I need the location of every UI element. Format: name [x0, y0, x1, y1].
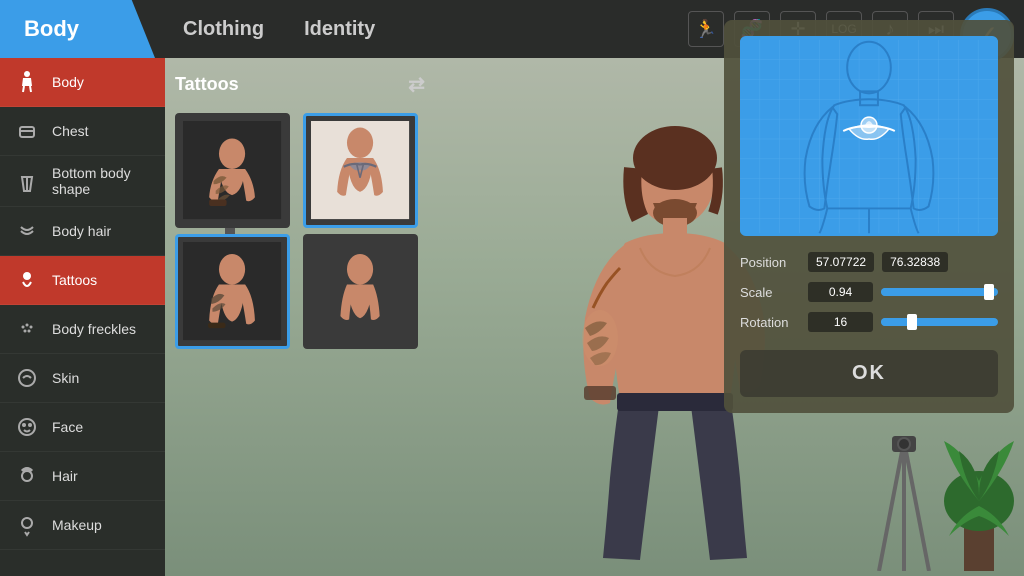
scale-slider-thumb	[984, 284, 994, 300]
rotation-slider-thumb	[907, 314, 917, 330]
tab-identity[interactable]: Identity	[296, 14, 383, 45]
shuffle-button[interactable]: ⇄	[408, 72, 425, 97]
tab-body[interactable]: Body	[0, 0, 155, 58]
sidebar-body-freckles-label: Body freckles	[52, 321, 136, 337]
makeup-icon	[12, 510, 42, 540]
bottom-body-icon	[12, 166, 42, 196]
identity-tab-label: Identity	[304, 18, 375, 40]
position-x-value[interactable]: 57.07722	[808, 252, 874, 272]
tattoo-item-4[interactable]	[303, 234, 418, 349]
tattoo-item-1[interactable]	[175, 113, 290, 228]
sidebar-item-body-freckles[interactable]: Body freckles	[0, 305, 165, 354]
sidebar-item-hair[interactable]: Hair	[0, 452, 165, 501]
tattoo-thumb-3	[178, 237, 287, 346]
sidebar-skin-label: Skin	[52, 370, 79, 386]
tattoo-grid	[175, 113, 425, 349]
skin-icon	[12, 363, 42, 393]
nav-tabs: Clothing Identity	[155, 14, 403, 45]
body-hair-icon	[12, 216, 42, 246]
rotation-label: Rotation	[740, 315, 800, 330]
sidebar-item-tattoos[interactable]: Tattoos	[0, 256, 165, 305]
sidebar-item-makeup[interactable]: Makeup	[0, 501, 165, 550]
tattoo-panel: Tattoos ⇄	[175, 68, 425, 349]
sidebar-body-hair-label: Body hair	[52, 223, 111, 239]
tattoo-thumb-4	[306, 237, 415, 346]
ok-label: OK	[852, 362, 886, 384]
sidebar-hair-label: Hair	[52, 468, 78, 484]
sidebar-item-body[interactable]: Body	[0, 58, 165, 107]
body-tab-label: Body	[24, 16, 79, 42]
tattoo-preview-area	[740, 36, 998, 236]
tattoo-controls-panel: Position 57.07722 76.32838 Scale 0.94 Ro…	[724, 20, 1014, 413]
sidebar-item-body-hair[interactable]: Body hair	[0, 207, 165, 256]
sidebar-chest-label: Chest	[52, 123, 89, 139]
sidebar: Body Chest Bottom body shape Body hair T…	[0, 58, 165, 576]
body-icon	[12, 67, 42, 97]
scale-value[interactable]: 0.94	[808, 282, 873, 302]
tab-clothing[interactable]: Clothing	[175, 14, 272, 45]
sidebar-item-skin[interactable]: Skin	[0, 354, 165, 403]
face-icon	[12, 412, 42, 442]
tattoo-item-2[interactable]	[303, 113, 418, 228]
ok-button[interactable]: OK	[740, 350, 998, 397]
position-y-value[interactable]: 76.32838	[882, 252, 948, 272]
tattoo-thumb-2	[306, 116, 415, 225]
body-nav-icon[interactable]: 🏃	[688, 11, 724, 47]
sidebar-tattoos-label: Tattoos	[52, 272, 97, 288]
sidebar-bottom-label: Bottom body shape	[52, 165, 153, 197]
rotation-control: Rotation 16	[740, 312, 998, 332]
tattoo-header: Tattoos ⇄	[175, 68, 425, 101]
camera-tripod	[864, 431, 944, 576]
sidebar-makeup-label: Makeup	[52, 517, 102, 533]
position-control: Position 57.07722 76.32838	[740, 252, 998, 272]
scale-control: Scale 0.94	[740, 282, 998, 302]
body-freckles-icon	[12, 314, 42, 344]
rotation-slider-track[interactable]	[881, 318, 998, 326]
sidebar-item-face[interactable]: Face	[0, 403, 165, 452]
scale-slider-track[interactable]	[881, 288, 998, 296]
sidebar-face-label: Face	[52, 419, 83, 435]
tattoo-item-3[interactable]	[175, 234, 290, 349]
scale-slider-fill	[881, 288, 963, 296]
sidebar-body-label: Body	[52, 74, 84, 90]
sidebar-item-bottom-body[interactable]: Bottom body shape	[0, 156, 165, 207]
tattoo-panel-title: Tattoos	[175, 74, 239, 95]
scale-label: Scale	[740, 285, 800, 300]
rotation-value[interactable]: 16	[808, 312, 873, 332]
position-label: Position	[740, 255, 800, 270]
clothing-tab-label: Clothing	[183, 18, 264, 40]
chest-icon	[12, 116, 42, 146]
sidebar-item-chest[interactable]: Chest	[0, 107, 165, 156]
tattoos-icon	[12, 265, 42, 295]
hair-icon	[12, 461, 42, 491]
tattoo-thumb-1	[178, 116, 287, 225]
